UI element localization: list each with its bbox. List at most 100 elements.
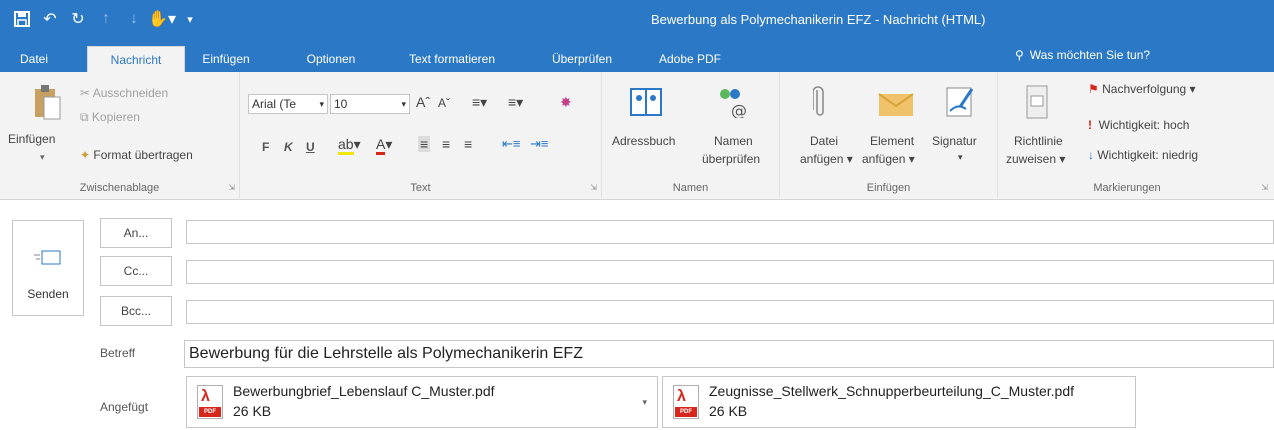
address-book-button[interactable]: Adressbuch [612,134,675,148]
group-clipboard: Einfügen ▾ ✂ Ausschneiden ⧉ Kopieren ✦ F… [0,72,240,198]
policy-icon[interactable] [1022,82,1052,122]
bullets-icon[interactable]: ≡▾ [472,94,487,111]
align-center-icon[interactable]: ≡ [442,136,450,152]
up-icon[interactable]: ↑ [92,6,120,32]
cut-button[interactable]: ✂ Ausschneiden [80,86,168,100]
bcc-button[interactable]: Bcc... [100,296,172,326]
bcc-field[interactable] [186,300,1274,324]
svg-text:@: @ [731,101,747,118]
scissors-icon: ✂ [80,86,93,100]
policy-label-1[interactable]: Richtlinie [1014,134,1063,148]
to-field[interactable] [186,220,1274,244]
address-book-icon[interactable] [628,84,664,120]
group-tags: Richtlinie zuweisen ▾ ⚑ Nachverfolgung ▾… [998,72,1268,198]
attachment-item[interactable]: λ PDF Zeugnisse_Stellwerk_Schnupperbeurt… [662,376,1136,428]
group-text: Arial (Te ▾ 10 ▾ Aˆ Aˇ ≡▾ ≡▾ ✸ F K U ab▾… [240,72,602,198]
copy-button[interactable]: ⧉ Kopieren [80,110,140,125]
copy-icon: ⧉ [80,110,92,124]
group-label-clipboard: Zwischenablage [79,182,160,194]
flag-icon: ⚑ [1088,82,1099,96]
signature-label[interactable]: Signatur [932,134,977,148]
tab-nachricht[interactable]: Nachricht [87,46,185,72]
tab-einfuegen[interactable]: Einfügen [196,48,256,72]
font-family-select[interactable]: Arial (Te ▾ [248,94,328,114]
down-icon[interactable]: ↓ [120,6,148,32]
chevron-down-icon[interactable]: ▾ [642,397,647,408]
window-title: Bewerbung als Polymechanikerin EFZ - Nac… [651,12,986,27]
chevron-down-icon: ▾ [319,99,324,109]
attachment-size: 26 KB [233,403,272,419]
paste-dropdown-icon[interactable]: ▾ [40,152,45,163]
font-size-select[interactable]: 10 ▾ [330,94,410,114]
group-label-tags: Markierungen [1093,182,1161,194]
paperclip-icon[interactable] [810,82,830,122]
tab-text-formatieren[interactable]: Text formatieren [396,48,508,72]
underline-button[interactable]: U [306,140,315,154]
pdf-icon: λ PDF [197,385,223,419]
dialog-launcher-icon[interactable]: ⇲ [228,183,235,192]
shrink-font-icon[interactable]: Aˇ [438,96,450,110]
to-button[interactable]: An... [100,218,172,248]
send-button[interactable]: Senden [12,220,84,316]
check-names-label-2[interactable]: überprüfen [702,152,760,166]
align-left-icon[interactable]: ≡ [418,136,431,152]
attachment-name: Bewerbungbrief_Lebenslauf C_Muster.pdf [233,383,495,399]
low-importance-button[interactable]: ↓ Wichtigkeit: niedrig [1088,148,1198,162]
subject-field[interactable]: Bewerbung für die Lehrstelle als Polymec… [184,340,1274,368]
group-label-text: Text [410,182,431,194]
bold-button[interactable]: F [262,140,269,154]
chevron-down-icon[interactable]: ▾ [958,152,963,163]
tab-ueberpruefen[interactable]: Überprüfen [540,48,624,72]
quick-access-toolbar: ↶ ↻ ↑ ↓ ✋▾ ▾ [8,6,204,32]
font-color-icon[interactable]: A▾ [376,136,392,155]
tab-datei[interactable]: Datei [14,48,54,72]
increase-indent-icon[interactable]: ⇥≡ [530,136,548,152]
paste-icon[interactable] [30,82,64,122]
tab-adobe-pdf[interactable]: Adobe PDF [652,48,728,72]
touch-mode-icon[interactable]: ✋▾ [148,6,176,32]
high-importance-button[interactable]: ! Wichtigkeit: hoch [1088,118,1189,132]
lightbulb-icon: ⚲ [1015,48,1024,62]
clear-formatting-icon[interactable]: ✸ [560,94,572,111]
follow-up-button[interactable]: ⚑ Nachverfolgung ▾ [1088,82,1196,96]
dialog-launcher-icon[interactable]: ⇲ [1261,183,1268,192]
attach-file-label-1[interactable]: Datei [810,134,838,148]
attachment-name: Zeugnisse_Stellwerk_Schnupperbeurteilung… [709,383,1074,399]
tell-me-box[interactable]: ⚲ Was möchten Sie tun? [1015,48,1150,62]
paste-button[interactable]: Einfügen [8,132,55,146]
tab-optionen[interactable]: Optionen [296,48,366,72]
highlight-icon[interactable]: ab▾ [338,136,361,155]
numbering-icon[interactable]: ≡▾ [508,94,523,111]
align-right-icon[interactable]: ≡ [464,136,472,152]
group-label-names: Namen [672,182,709,194]
cc-field[interactable] [186,260,1274,284]
check-names-icon[interactable]: @ [714,84,750,120]
subject-label: Betreff [100,346,136,360]
attach-file-label-2[interactable]: anfügen ▾ [800,152,853,166]
policy-label-2[interactable]: zuweisen ▾ [1006,152,1065,166]
cc-button[interactable]: Cc... [100,256,172,286]
attach-item-icon[interactable] [876,84,916,120]
attachment-item[interactable]: λ PDF Bewerbungbrief_Lebenslauf C_Muster… [186,376,658,428]
pdf-icon: λ PDF [673,385,699,419]
format-painter-button[interactable]: ✦ Format übertragen [80,148,193,162]
group-label-insert: Einfügen [866,182,911,194]
grow-font-icon[interactable]: Aˆ [416,94,430,110]
tell-me-text: Was möchten Sie tun? [1029,48,1151,62]
arrow-down-icon: ↓ [1088,148,1094,162]
exclamation-icon: ! [1088,118,1092,132]
brush-icon: ✦ [80,148,94,162]
dialog-launcher-icon[interactable]: ⇲ [590,183,597,192]
customize-icon[interactable]: ▾ [176,6,204,32]
signature-icon[interactable] [942,84,978,120]
title-bar: ↶ ↻ ↑ ↓ ✋▾ ▾ Bewerbung als Polymechanike… [0,0,1274,42]
chevron-down-icon: ▾ [401,99,406,109]
redo-icon[interactable]: ↻ [64,6,92,32]
attach-item-label-2[interactable]: anfügen ▾ [862,152,915,166]
italic-button[interactable]: K [284,140,293,154]
check-names-label-1[interactable]: Namen [714,134,753,148]
save-icon[interactable] [8,6,36,32]
undo-icon[interactable]: ↶ [36,6,64,32]
decrease-indent-icon[interactable]: ⇤≡ [502,136,520,152]
attach-item-label-1[interactable]: Element [870,134,914,148]
